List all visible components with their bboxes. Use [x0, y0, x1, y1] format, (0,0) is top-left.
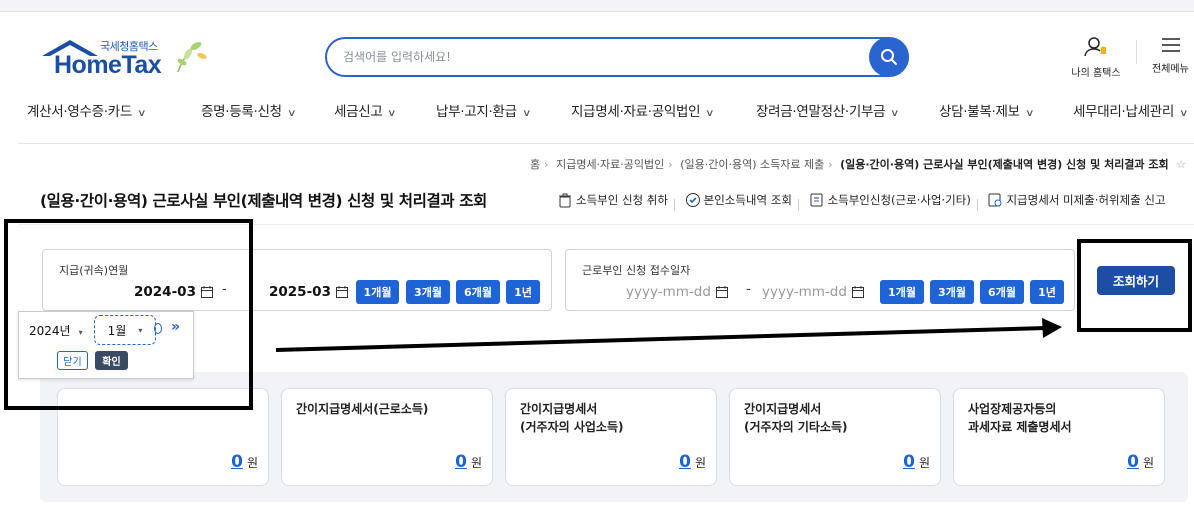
annotation-arrow: [275, 318, 1062, 352]
